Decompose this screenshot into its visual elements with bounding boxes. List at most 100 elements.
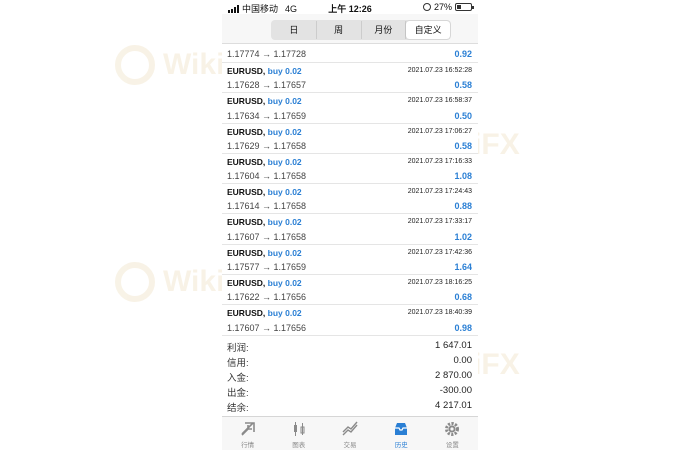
- table-row[interactable]: EURUSD, buy 0.02 2021.07.23 17:33:17 1.176…: [222, 214, 478, 245]
- summary-row: 入金: 2 870.00: [222, 369, 478, 384]
- trade-profit: 0.58: [454, 140, 472, 151]
- table-row[interactable]: EURUSD, buy 0.02 2021.07.23 18:16:25 1.176…: [222, 275, 478, 306]
- trade-profit: 0.50: [454, 110, 472, 121]
- trade-profit: 0.92: [454, 49, 472, 59]
- tab-custom[interactable]: 自定义: [406, 21, 450, 39]
- summary-value: 2 870.00: [435, 370, 472, 381]
- tab-history[interactable]: 历史: [376, 417, 427, 450]
- symbol-label: EURUSD,: [227, 247, 266, 258]
- trade-time: 2021.07.23 17:24:43: [407, 188, 472, 196]
- period-segmented-control: 日 周 月份 自定义: [271, 20, 451, 40]
- tab-charts[interactable]: 图表: [273, 417, 324, 450]
- summary-value: 1 647.01: [435, 340, 472, 351]
- summary-row: 利润: 1 647.01: [222, 339, 478, 354]
- trade-prices: 1.17628 → 1.17657: [227, 80, 307, 91]
- tab-quotes[interactable]: 行情: [222, 417, 273, 450]
- summary-label: 出金:: [227, 388, 249, 399]
- summary-row: 信用: 0.00: [222, 354, 478, 369]
- tab-day[interactable]: 日: [272, 21, 317, 39]
- trade-prices: 1.17774 → 1.17728: [227, 49, 307, 59]
- trade-profit: 0.88: [454, 201, 472, 212]
- trade-side: buy 0.02: [267, 187, 302, 198]
- symbol-label: EURUSD,: [227, 278, 266, 289]
- trade-profit: 1.08: [454, 171, 472, 182]
- symbol-label: EURUSD,: [227, 308, 266, 319]
- trade-symbol: EURUSD, buy 0.02: [227, 248, 302, 258]
- bottom-tab-bar: 行情 图表 交易 历史 设置: [222, 416, 478, 450]
- symbol-label: EURUSD,: [227, 217, 266, 228]
- summary-label: 信用:: [227, 358, 249, 369]
- trade-side: buy 0.02: [267, 156, 302, 167]
- trade-side: buy 0.02: [267, 66, 302, 76]
- summary-label: 利润:: [227, 343, 249, 354]
- trade-time: 2021.07.23 16:52:28: [407, 67, 472, 74]
- summary-value: 4 217.01: [435, 400, 472, 411]
- quotes-icon: [241, 422, 255, 436]
- table-row[interactable]: EURUSD, buy 0.02 2021.07.23 18:40:39 1.176…: [222, 305, 478, 336]
- tab-settings[interactable]: 设置: [427, 417, 478, 450]
- trade-profit: 1.64: [454, 262, 472, 273]
- table-row[interactable]: EURUSD, buy 0.02 2021.07.23 17:42:36 1.175…: [222, 245, 478, 276]
- trade-side: buy 0.02: [267, 126, 302, 137]
- summary-value: -300.00: [439, 385, 472, 396]
- trade-prices: 1.17622 → 1.17656: [227, 292, 307, 303]
- battery-percent: 27%: [433, 2, 452, 12]
- trade-symbol: EURUSD, buy 0.02: [227, 308, 302, 318]
- summary-row: 结余: 4 217.01: [222, 399, 478, 414]
- trade-symbol: EURUSD, buy 0.02: [227, 157, 302, 167]
- trade-profit: 0.68: [454, 292, 472, 303]
- summary-row: 出金: -300.00: [222, 384, 478, 399]
- tab-trade[interactable]: 交易: [324, 417, 375, 450]
- battery-icon: [455, 3, 474, 11]
- trade-icon: [342, 421, 358, 436]
- trade-time: 2021.07.23 17:42:36: [407, 248, 472, 256]
- trade-side: buy 0.02: [267, 96, 302, 107]
- symbol-label: EURUSD,: [227, 66, 266, 76]
- account-summary: 利润: 1 647.01 信用: 0.00 入金: 2 870.00 出金: -300.00 结…: [222, 339, 478, 414]
- trade-profit: 0.98: [454, 322, 472, 333]
- trade-time: 2021.07.23 18:16:25: [407, 279, 472, 287]
- symbol-label: EURUSD,: [227, 156, 266, 167]
- table-row[interactable]: EURUSD, buy 0.02 2021.07.23 16:52:28 1.176…: [222, 63, 478, 94]
- trade-prices: 1.17634 → 1.17659: [227, 110, 307, 121]
- trade-profit: 1.02: [454, 231, 472, 242]
- trade-time: 2021.07.23 17:33:17: [407, 218, 472, 226]
- trade-prices: 1.17577 → 1.17659: [227, 262, 307, 273]
- trade-symbol: EURUSD, buy 0.02: [227, 187, 302, 197]
- trade-symbol: EURUSD, buy 0.02: [227, 127, 302, 137]
- trade-side: buy 0.02: [267, 217, 302, 228]
- list-item[interactable]: 1.17774 → 1.17728 0.92: [222, 44, 478, 63]
- symbol-label: EURUSD,: [227, 187, 266, 198]
- trade-time: 2021.07.23 16:58:37: [407, 97, 472, 105]
- trade-symbol: EURUSD, buy 0.02: [227, 66, 302, 76]
- table-row[interactable]: EURUSD, buy 0.02 2021.07.23 17:16:33 1.176…: [222, 154, 478, 185]
- trade-prices: 1.17629 → 1.17658: [227, 140, 307, 151]
- trade-prices: 1.17607 → 1.17656: [227, 322, 307, 333]
- summary-label: 入金:: [227, 373, 249, 384]
- summary-value: 0.00: [453, 355, 473, 366]
- status-bar: 中国移动 4G 上午 12:26 27%: [222, 0, 478, 14]
- trade-prices: 1.17607 → 1.17658: [227, 231, 307, 242]
- tab-month[interactable]: 月份: [362, 21, 407, 39]
- period-segment-bar: 日 周 月份 自定义: [222, 14, 478, 44]
- trade-profit: 0.58: [454, 80, 472, 91]
- summary-label: 结余:: [227, 403, 249, 414]
- history-icon: [395, 423, 408, 435]
- trade-time: 2021.07.23 18:40:39: [407, 309, 472, 317]
- trade-symbol: EURUSD, buy 0.02: [227, 217, 302, 227]
- table-row[interactable]: EURUSD, buy 0.02 2021.07.23 16:58:37 1.176…: [222, 93, 478, 124]
- trade-symbol: EURUSD, buy 0.02: [227, 278, 302, 288]
- trade-time: 2021.07.23 17:16:33: [407, 157, 472, 165]
- trade-time: 2021.07.23 17:06:27: [407, 127, 472, 135]
- symbol-label: EURUSD,: [227, 96, 266, 107]
- orientation-lock-icon: [422, 3, 431, 11]
- trade-prices: 1.17604 → 1.17658: [227, 171, 307, 182]
- settings-icon: [445, 422, 460, 436]
- trade-side: buy 0.02: [267, 278, 302, 289]
- tab-week[interactable]: 周: [317, 21, 362, 39]
- trade-symbol: EURUSD, buy 0.02: [227, 96, 302, 106]
- table-row[interactable]: EURUSD, buy 0.02 2021.07.23 17:06:27 1.176…: [222, 124, 478, 154]
- trade-side: buy 0.02: [267, 247, 302, 258]
- table-row[interactable]: EURUSD, buy 0.02 2021.07.23 17:24:43 1.176…: [222, 184, 478, 215]
- trade-side: buy 0.02: [267, 308, 302, 319]
